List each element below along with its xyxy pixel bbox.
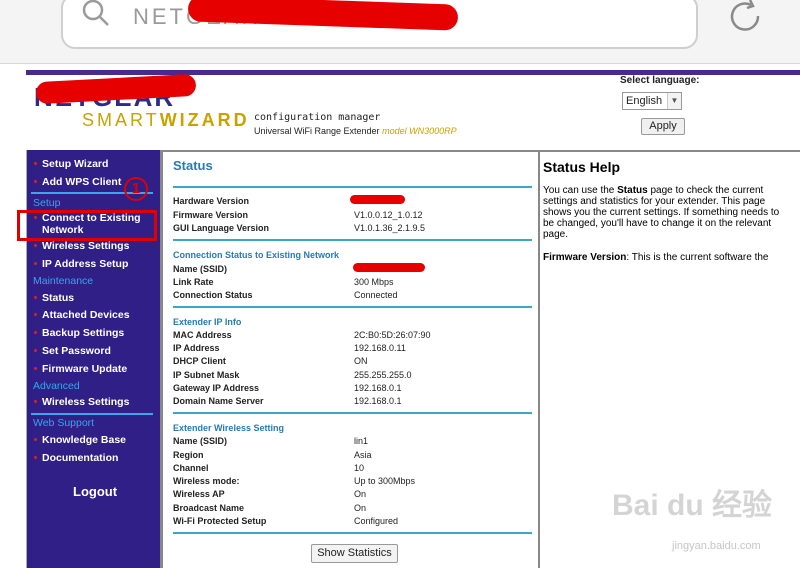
browser-toolbar: NETGEAR WN3000RP — [0, 0, 800, 64]
connection-status-label: Connection Status — [173, 290, 253, 300]
config-title: configuration manager — [254, 112, 381, 123]
watermark-logo: Bai du 经验 — [612, 489, 773, 522]
region-label: Region — [173, 450, 204, 460]
section-web-support: Web Support — [33, 417, 95, 429]
sidebar-item-firmware[interactable]: Firmware Update — [33, 363, 127, 375]
sidebar-item-backup[interactable]: Backup Settings — [33, 327, 124, 339]
annotation-number: 1 — [124, 177, 148, 201]
channel-label: Channel — [173, 463, 209, 473]
firmware-value: V1.0.0.12_1.0.12 — [354, 210, 423, 220]
smartwizard-logo: SMARTWIZARD — [82, 110, 250, 130]
config-subtitle: Universal WiFi Range Extender model WN30… — [254, 126, 457, 136]
hardware-label: Hardware Version — [173, 196, 250, 206]
broadcast-label: Broadcast Name — [173, 503, 245, 513]
region-value: Asia — [354, 450, 372, 460]
help-title: Status Help — [543, 159, 621, 175]
annotation-highlight — [17, 210, 157, 241]
dns-value: 192.168.0.1 — [354, 396, 402, 406]
wps-label: Wi-Fi Protected Setup — [173, 516, 267, 526]
channel-value: 10 — [354, 463, 365, 473]
help-paragraph: Firmware Version: This is the current so… — [543, 252, 769, 263]
divider — [173, 186, 532, 188]
sidebar-item-status[interactable]: Status — [33, 292, 74, 304]
status-panel: Status Hardware Version Firmware Version… — [160, 150, 540, 568]
wireless-ap-label: Wireless AP — [173, 489, 225, 499]
sidebar-item-adv-wireless[interactable]: Wireless Settings — [33, 396, 129, 408]
broadcast-value: On — [354, 503, 367, 513]
wireless-mode-value: Up to 300Mbps — [354, 476, 416, 486]
ssid-label: Name (SSID) — [173, 264, 228, 274]
apply-button[interactable]: Apply — [641, 118, 685, 135]
ip-label: IP Address — [173, 343, 220, 353]
page-title: Status — [173, 158, 213, 173]
section-advanced: Advanced — [33, 380, 80, 392]
help-paragraph: You can use the Status page to check the… — [543, 185, 780, 240]
firmware-label: Firmware Version — [173, 210, 249, 220]
subnet-value: 255.255.255.0 — [354, 370, 412, 380]
sidebar-item-password[interactable]: Set Password — [34, 345, 111, 357]
mac-value: 2C:B0:5D:26:07:90 — [354, 330, 431, 340]
gui-label: GUI Language Version — [173, 223, 270, 233]
section-wireless: Extender Wireless Setting — [173, 423, 284, 433]
watermark-url: jingyan.baidu.com — [672, 540, 761, 552]
section-ip-info: Extender IP Info — [173, 317, 242, 327]
divider — [31, 413, 153, 415]
sidebar-item-add-wps[interactable]: Add WPS Client — [33, 176, 121, 188]
subnet-label: IP Subnet Mask — [173, 370, 240, 380]
gateway-label: Gateway IP Address — [173, 383, 260, 393]
connection-status-value: Connected — [354, 290, 398, 300]
sidebar-item-wireless-settings[interactable]: Wireless Settings — [33, 240, 129, 252]
show-statistics-button[interactable]: Show Statistics — [311, 544, 398, 563]
dns-label: Domain Name Server — [173, 396, 264, 406]
reload-icon[interactable] — [726, 0, 766, 38]
wireless-ssid-label: Name (SSID) — [173, 436, 228, 446]
mac-label: MAC Address — [173, 330, 232, 340]
sidebar-item-attached-devices[interactable]: Attached Devices — [34, 309, 130, 321]
wireless-ap-value: On — [354, 489, 367, 499]
ip-value: 192.168.0.11 — [354, 343, 406, 353]
gateway-value: 192.168.0.1 — [354, 383, 402, 393]
sidebar-item-knowledge-base[interactable]: Knowledge Base — [33, 434, 126, 446]
logout-button[interactable]: Logout — [73, 484, 117, 499]
wireless-ssid-value: lin1 — [354, 436, 369, 446]
section-connection: Connection Status to Existing Network — [173, 250, 340, 260]
language-select[interactable]: English ▼ — [622, 92, 682, 110]
header: NETGEAR SMARTWIZARD configuration manage… — [26, 64, 800, 150]
wireless-mode-label: Wireless mode: — [173, 476, 240, 486]
gui-value: V1.0.1.36_2.1.9.5 — [354, 223, 426, 233]
address-bar[interactable]: NETGEAR WN3000RP — [61, 0, 698, 49]
dhcp-label: DHCP Client — [173, 356, 226, 366]
section-setup: Setup — [33, 197, 61, 209]
link-rate-label: Link Rate — [173, 277, 214, 287]
link-rate-value: 300 Mbps — [354, 277, 394, 287]
sidebar-item-setup-wizard[interactable]: Setup Wizard — [33, 158, 108, 170]
sidebar-item-documentation[interactable]: Documentation — [33, 452, 118, 464]
divider — [173, 239, 532, 241]
search-icon — [82, 0, 109, 26]
section-maintenance: Maintenance — [33, 275, 94, 287]
dhcp-value: ON — [354, 356, 368, 366]
divider — [173, 532, 532, 534]
redaction-mark — [350, 195, 405, 204]
chevron-down-icon: ▼ — [667, 93, 681, 109]
wps-value: Configured — [354, 516, 399, 526]
divider — [173, 306, 532, 308]
divider — [173, 412, 532, 414]
sidebar-item-ip-setup[interactable]: IP Address Setup — [33, 258, 128, 270]
redaction-mark — [353, 263, 425, 272]
language-label: Select language: — [620, 75, 700, 86]
